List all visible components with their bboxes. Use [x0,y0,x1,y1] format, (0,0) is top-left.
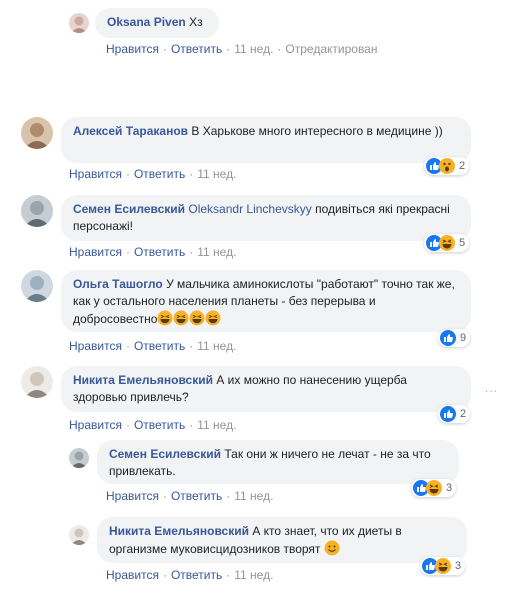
reactions-summary[interactable]: 3 [420,557,466,575]
avatar[interactable] [69,525,89,545]
comment-bubble: Семен Есилевский Oleksandr Linchevskyy п… [61,195,471,241]
separator: · [125,339,130,353]
comment-text: В Харькове много интересного в медицине … [191,124,443,138]
like-link[interactable]: Нравится [106,42,159,56]
avatar[interactable] [69,13,89,33]
reactions-summary[interactable]: 2 [424,157,470,175]
comment-bubble: Никита Емельяновский А их можно по нанес… [61,366,471,412]
like-link[interactable]: Нравится [69,167,122,181]
reaction-count: 2 [459,160,466,172]
comment-actions: Нравится · Ответить · 11 нед. · Отредактирован [106,42,377,56]
wow-reaction-icon [439,158,455,174]
comment-bubble: Ольга Ташогло У мальчика аминокислоты "р… [61,270,471,332]
comment-timestamp[interactable]: 11 нед. [197,339,236,353]
comment-text: Хз [189,15,203,29]
haha-reaction-icon [426,480,442,496]
reaction-count: 3 [455,560,462,572]
edited-label[interactable]: Отредактирован [285,42,377,56]
comment-timestamp[interactable]: 11 нед. [197,418,236,432]
more-options-icon[interactable]: … [484,379,499,395]
comment-bubble: Алексей Тараканов В Харькове много интер… [61,117,471,163]
separator: · [125,418,130,432]
separator: · [162,489,167,503]
comment-bubble: Oksana Piven Хз [95,8,219,38]
comment-timestamp[interactable]: 11 нед. [197,167,236,181]
avatar[interactable] [21,366,53,398]
reply-link[interactable]: Ответить [134,245,185,259]
comment-author[interactable]: Семен Есилевский [109,447,221,461]
comment-actions: Нравится · Ответить · 11 нед. [69,167,236,181]
like-reaction-icon [440,330,456,346]
comment-actions: Нравится · Ответить · 11 нед. [69,339,236,353]
separator: · [162,568,167,582]
separator: · [125,245,130,259]
reactions-summary[interactable]: 9 [438,329,471,347]
laughing-emoji-icon [157,310,221,326]
separator: · [277,42,282,56]
separator: · [125,167,130,181]
separator: · [189,167,194,181]
comment-author[interactable]: Ольга Ташогло [73,277,163,291]
reply-link[interactable]: Ответить [134,339,185,353]
separator: · [226,42,231,56]
reply-link[interactable]: Ответить [171,568,222,582]
reply-link[interactable]: Ответить [171,42,222,56]
comment-timestamp[interactable]: 11 нед. [234,568,273,582]
separator: · [226,489,231,503]
separator: · [189,339,194,353]
comment-timestamp[interactable]: 11 нед. [234,42,273,56]
like-link[interactable]: Нравится [106,489,159,503]
like-link[interactable]: Нравится [69,418,122,432]
separator: · [189,418,194,432]
reaction-count: 2 [460,408,467,420]
reactions-summary[interactable]: 3 [411,479,457,497]
reaction-count: 9 [460,332,467,344]
like-link[interactable]: Нравится [69,245,122,259]
comment-author[interactable]: Семен Есилевский [73,202,185,216]
reactions-summary[interactable]: 5 [424,234,470,252]
like-link[interactable]: Нравится [69,339,122,353]
smiley-emoji-icon [324,540,340,556]
comment-bubble: Никита Емельяновский А кто знает, что их… [97,517,467,563]
avatar[interactable] [21,117,53,149]
comment-actions: Нравится · Ответить · 11 нед. [69,245,236,259]
comment-author[interactable]: Никита Емельяновский [73,373,213,387]
avatar[interactable] [21,195,53,227]
like-link[interactable]: Нравится [106,568,159,582]
comment-actions: Нравится · Ответить · 11 нед. [106,489,273,503]
comment-author[interactable]: Никита Емельяновский [109,524,249,538]
comment-actions: Нравится · Ответить · 11 нед. [69,418,236,432]
reactions-summary[interactable]: 2 [438,405,471,423]
comment-actions: Нравится · Ответить · 11 нед. [106,568,273,582]
avatar[interactable] [21,270,53,302]
comment-author[interactable]: Алексей Тараканов [73,124,188,138]
separator: · [226,568,231,582]
separator: · [189,245,194,259]
reply-link[interactable]: Ответить [171,489,222,503]
like-reaction-icon [440,406,456,422]
reaction-count: 3 [446,482,453,494]
avatar[interactable] [69,448,89,468]
reaction-count: 5 [459,237,466,249]
reply-link[interactable]: Ответить [134,167,185,181]
comment-author[interactable]: Oksana Piven [107,15,186,29]
mention-link[interactable]: Oleksandr Linchevskyy [188,202,311,216]
haha-reaction-icon [435,558,451,574]
comment-timestamp[interactable]: 11 нед. [197,245,236,259]
reply-link[interactable]: Ответить [134,418,185,432]
separator: · [162,42,167,56]
comment-bubble: Семен Есилевский Так они ж ничего не леч… [97,440,459,484]
comment-timestamp[interactable]: 11 нед. [234,489,273,503]
haha-reaction-icon [439,235,455,251]
